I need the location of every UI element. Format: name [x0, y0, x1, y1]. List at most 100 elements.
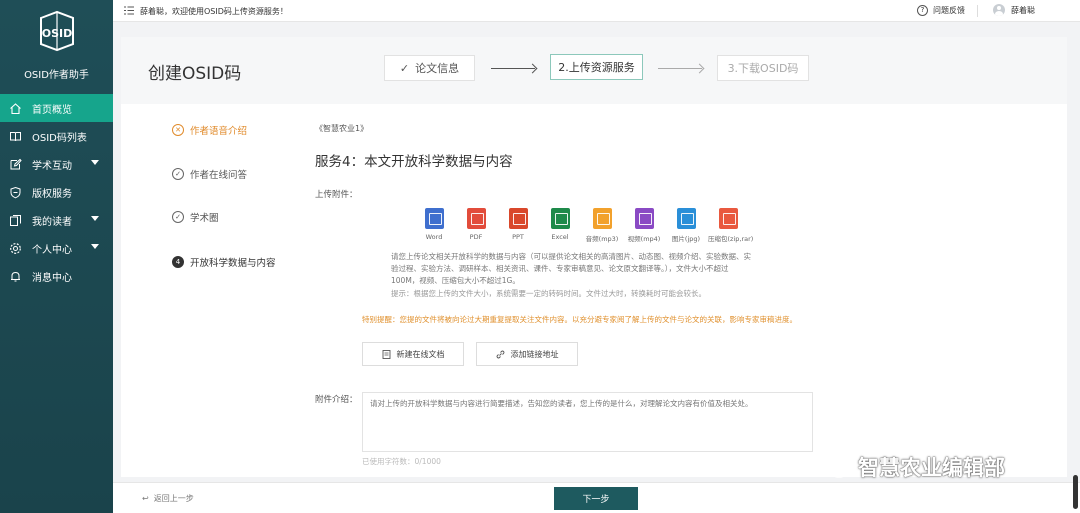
left-step-voice-intro[interactable]: ✕ 作者语音介绍 — [172, 123, 247, 137]
sidebar-item-label: OSID码列表 — [32, 132, 87, 144]
app-name: OSID作者助手 — [24, 70, 89, 81]
file-type-label: 压缩包(zip,rar) — [708, 235, 754, 243]
new-online-doc-button[interactable]: 新建在线文档 — [362, 342, 464, 366]
sidebar-item-label: 首页概览 — [32, 104, 72, 116]
sidebar-item-readers[interactable]: 我的读者 — [0, 206, 113, 234]
sidebar: OSID OSID作者助手 首页概览 OSID码列表 学术互动 版权服务 我的读… — [0, 0, 113, 513]
file-type-label: PPT — [512, 233, 524, 241]
warning-circle-icon: ✕ — [172, 124, 184, 136]
left-step-academic-circle[interactable]: ✓ 学术圈 — [172, 210, 219, 224]
check-icon: ✓ — [399, 61, 410, 75]
chevron-down-icon — [91, 244, 99, 249]
sidebar-item-home[interactable]: 首页概览 — [0, 94, 113, 122]
help-icon: ? — [917, 5, 928, 16]
shield-icon — [9, 186, 22, 199]
book-icon — [9, 130, 22, 143]
arrow-icon — [491, 68, 535, 69]
service-title: 服务4：本文开放科学数据与内容 — [315, 154, 513, 170]
upload-dropzone[interactable]: Word PDF PPT Excel 音频(mp3) 视频(mp4) 图片(jp… — [362, 187, 813, 313]
wechat-watermark: 智慧农业编辑部 — [820, 452, 1005, 482]
archive-icon — [718, 208, 738, 229]
user-menu[interactable]: 薛着聪 — [993, 4, 1035, 16]
step-label: 2.上传资源服务 — [558, 61, 635, 74]
back-arrow-icon: ↩ — [142, 494, 149, 503]
step-upload-resources[interactable]: 2.上传资源服务 — [550, 54, 643, 80]
left-step-label: 作者语音介绍 — [190, 126, 248, 137]
button-label: 新建在线文档 — [396, 349, 445, 359]
attachment-intro-textarea[interactable] — [362, 392, 813, 452]
step-label: 论文信息 — [415, 62, 460, 75]
edit-icon — [9, 158, 22, 171]
readers-icon — [9, 214, 22, 227]
home-icon — [9, 102, 22, 115]
avatar — [993, 4, 1005, 16]
upload-label: 上传附件： — [315, 190, 358, 200]
file-type-label: PDF — [469, 233, 483, 241]
sidebar-item-label: 个人中心 — [32, 244, 72, 256]
journal-name: 《智慧农业1》 — [315, 124, 369, 133]
file-type-pdf: PDF — [456, 208, 496, 241]
upload-description: 请您上传论文相关开放科学的数据与内容（可以提供论文相关的高清图片、动态图、视频介… — [391, 252, 751, 285]
step-download-osid[interactable]: 3.下载OSID码 — [717, 55, 809, 81]
footer-bar: ↩ 返回上一步 下一步 — [113, 482, 1080, 513]
left-step-open-data[interactable]: 4 开放科学数据与内容 — [172, 255, 276, 269]
video-icon — [634, 208, 654, 229]
add-link-button[interactable]: 添加链接地址 — [476, 342, 578, 366]
left-step-label: 开放科学数据与内容 — [190, 258, 276, 269]
sidebar-item-osid-list[interactable]: OSID码列表 — [0, 122, 113, 150]
file-type-ppt: PPT — [498, 208, 538, 241]
step-label: 3.下载OSID码 — [727, 62, 799, 75]
sidebar-item-academic[interactable]: 学术互动 — [0, 150, 113, 178]
page-title: 创建OSID码 — [148, 64, 242, 84]
welcome-text: 薛着聪，欢迎使用OSID码上传资源服务！ — [140, 7, 288, 16]
top-bar: 薛着聪，欢迎使用OSID码上传资源服务！ ? 问题反馈 薛着聪 — [113, 0, 1080, 22]
main-card: 创建OSID码 ✓ 论文信息 2.上传资源服务 3.下载OSID码 ✕ 作者语音… — [121, 37, 1067, 477]
app-logo: OSID OSID作者助手 — [0, 10, 113, 81]
step-number-badge: 4 — [172, 256, 184, 268]
sidebar-item-label: 版权服务 — [32, 188, 72, 200]
back-link[interactable]: ↩ 返回上一步 — [142, 493, 194, 504]
char-counter: 已使用字符数：0/1000 — [362, 457, 441, 466]
step-paper-info[interactable]: ✓ 论文信息 — [384, 55, 475, 81]
sidebar-item-profile[interactable]: 个人中心 — [0, 234, 113, 262]
check-circle-icon: ✓ — [172, 168, 184, 180]
file-type-word: Word — [414, 208, 454, 241]
sidebar-item-copyright[interactable]: 版权服务 — [0, 178, 113, 206]
back-label: 返回上一步 — [153, 494, 194, 503]
file-type-excel: Excel — [540, 208, 580, 241]
sidebar-item-label: 我的读者 — [32, 216, 72, 228]
next-button[interactable]: 下一步 — [554, 487, 638, 510]
pdf-icon — [466, 208, 486, 229]
audio-icon — [592, 208, 612, 229]
file-type-image: 图片(jpg) — [666, 208, 706, 243]
sidebar-menu: 首页概览 OSID码列表 学术互动 版权服务 我的读者 个人中心 消息中心 — [0, 94, 113, 290]
file-type-video: 视频(mp4) — [624, 208, 664, 243]
username: 薛着聪 — [1011, 5, 1035, 15]
divider — [977, 5, 978, 17]
bell-icon — [9, 270, 22, 283]
wechat-icon — [820, 455, 850, 479]
file-type-label: 视频(mp4) — [627, 235, 661, 243]
warning-notice: 特别提醒：您提的文件将被向论过大期重复提取关注文件内容。以充分避专家阅了解上传的… — [362, 315, 797, 324]
scrollbar-thumb[interactable] — [1073, 475, 1078, 509]
intro-label: 附件介绍： — [315, 395, 358, 405]
menu-toggle-icon[interactable] — [124, 6, 134, 15]
check-circle-icon: ✓ — [172, 211, 184, 223]
osid-logo-icon: OSID — [37, 10, 77, 52]
feedback-link[interactable]: ? 问题反馈 — [917, 5, 965, 16]
title-row: 创建OSID码 ✓ 论文信息 2.上传资源服务 3.下载OSID码 — [121, 37, 1067, 104]
left-step-label: 学术圈 — [190, 213, 219, 224]
arrow-icon — [658, 68, 702, 69]
feedback-label: 问题反馈 — [933, 6, 965, 15]
file-type-audio: 音频(mp3) — [582, 208, 622, 243]
gear-icon — [9, 242, 22, 255]
excel-icon — [550, 208, 570, 229]
file-type-archive: 压缩包(zip,rar) — [708, 208, 754, 243]
left-step-online-qa[interactable]: ✓ 作者在线问答 — [172, 167, 247, 181]
file-type-label: 图片(jpg) — [671, 235, 701, 243]
document-icon — [382, 349, 391, 359]
word-icon — [424, 208, 444, 229]
sidebar-item-messages[interactable]: 消息中心 — [0, 262, 113, 290]
sidebar-item-label: 消息中心 — [32, 272, 72, 284]
image-icon — [676, 208, 696, 229]
